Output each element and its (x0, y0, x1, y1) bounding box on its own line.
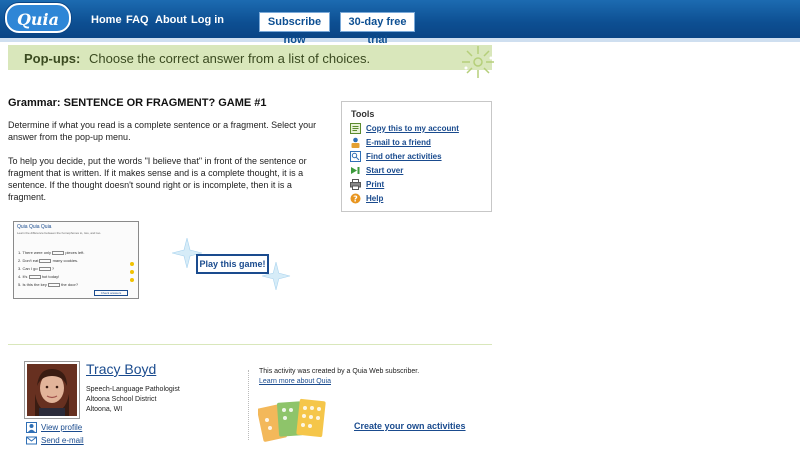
preview-star-icon (130, 278, 134, 282)
preview-line-tail: many cookies. (52, 258, 79, 263)
preview-line-tail: the door? (61, 282, 79, 287)
nav-home-link[interactable]: Home (91, 14, 122, 26)
preview-line-tail: hot today! (41, 274, 60, 279)
author-name-link[interactable]: Tracy Boyd (86, 361, 156, 377)
email-friend-label: E-mail to a friend (366, 138, 431, 147)
author-photo (27, 364, 77, 416)
preview-line-text: 5. Is this the key (18, 282, 47, 287)
view-profile-label: View profile (41, 423, 83, 432)
activity-title: Grammar: SENTENCE OR FRAGMENT? GAME #1 (8, 97, 267, 109)
free-trial-button[interactable]: 30-day free trial (340, 12, 415, 46)
find-activities-label: Find other activities (366, 152, 442, 161)
tools-title: Tools (351, 109, 375, 119)
send-email-label: Send e-mail (41, 436, 84, 445)
person-email-icon (351, 137, 360, 148)
svg-text:?: ? (353, 194, 358, 203)
preview-select (28, 274, 41, 279)
help-label: Help (366, 194, 384, 203)
preview-line-tail: pieces left. (65, 250, 85, 255)
nav-login-link[interactable]: Log in (191, 14, 224, 26)
instructions-paragraph: Determine if what you read is a complete… (8, 120, 317, 142)
envelope-icon (26, 436, 37, 445)
preview-check-button: Check answers (94, 290, 128, 296)
banner-title: Pop-ups: (24, 51, 81, 66)
banner-description: Choose the correct answer from a list of… (89, 51, 371, 66)
preview-line: 1. There were only pieces left. (18, 250, 84, 255)
nav-about-link[interactable]: About (155, 14, 187, 26)
author-avatar[interactable] (24, 361, 80, 419)
tools-panel: Tools Copy this to my account E-mail to … (341, 101, 492, 212)
preview-subtitle: Learn the difference between the homopho… (17, 231, 102, 235)
game-preview-thumbnail[interactable]: Quia Quia Quia Learn the difference betw… (13, 221, 139, 299)
copy-to-account-label: Copy this to my account (366, 124, 459, 133)
preview-line-text: 4. It's (18, 274, 28, 279)
nav-faq-link[interactable]: FAQ (126, 14, 149, 26)
preview-line: 4. It's hot today! (18, 274, 59, 279)
profile-icon (26, 422, 37, 433)
preview-select (48, 282, 61, 287)
flower-decoration-icon (462, 46, 494, 78)
start-over-icon (351, 167, 360, 174)
activity-cards-icon[interactable] (258, 396, 330, 448)
subscribe-button[interactable]: Subscribe now (259, 12, 330, 46)
author-role: Speech-Language Pathologist (86, 386, 180, 393)
start-over-label: Start over (366, 166, 404, 175)
logo-text: Quia (16, 10, 59, 29)
search-icon (350, 151, 361, 162)
create-activities-link[interactable]: Create your own activities (354, 421, 466, 431)
play-game-button[interactable]: Play this game! (196, 254, 269, 274)
preview-star-icon (130, 270, 134, 274)
preview-select (39, 258, 52, 263)
preview-select (38, 266, 51, 271)
learn-more-link[interactable]: Learn more about Quia (259, 378, 331, 385)
help-icon: ? (350, 193, 361, 204)
created-by-text: This activity was created by a Quia Web … (259, 368, 420, 375)
preview-select (52, 250, 65, 255)
author-location: Altoona, WI (86, 406, 123, 413)
activity-type-banner: Pop-ups: Choose the correct answer from … (8, 45, 492, 70)
preview-star-icon (130, 262, 134, 266)
footer-divider (8, 344, 492, 345)
quia-logo[interactable]: Quia (5, 3, 71, 33)
copy-icon (350, 123, 361, 134)
preview-line-text: 3. Can I go (18, 266, 38, 271)
preview-line-text: 1. There were only (18, 250, 52, 255)
tip-paragraph: To help you decide, put the words "I bel… (8, 156, 307, 202)
nav-bottom-strip (0, 38, 800, 42)
footer-separator (248, 370, 249, 440)
preview-title: Quia Quia Quia (17, 224, 52, 230)
preview-line-text: 2. Don't eat (18, 258, 39, 263)
preview-line: 2. Don't eat many cookies. (18, 258, 78, 263)
printer-icon (350, 179, 361, 190)
preview-line: 5. Is this the key the door? (18, 282, 78, 287)
author-organization: Altoona School District (86, 396, 157, 403)
preview-line-tail: ? (51, 266, 55, 271)
preview-line: 3. Can I go ? (18, 266, 54, 271)
print-label: Print (366, 180, 385, 189)
